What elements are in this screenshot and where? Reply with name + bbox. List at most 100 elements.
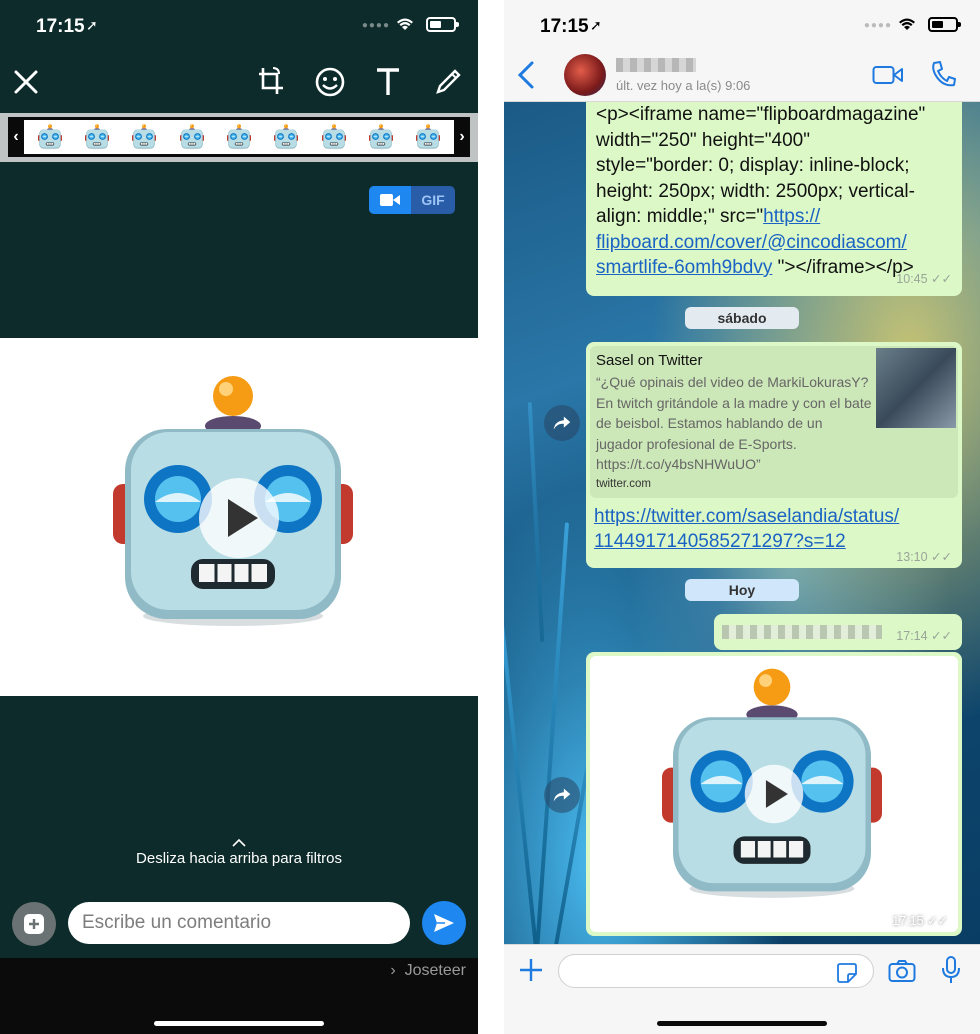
trim-handle-right[interactable]: › [454, 117, 470, 157]
play-icon[interactable] [744, 764, 804, 824]
microphone-icon[interactable] [940, 955, 962, 985]
recipient-label[interactable]: › Joseteer [390, 962, 466, 980]
recipient-bar: › Joseteer [0, 958, 478, 1034]
gif-preview[interactable] [0, 338, 478, 696]
message-time: 17:14 ✓✓ [896, 629, 952, 643]
home-indicator[interactable] [657, 1021, 827, 1026]
date-chip: sábado [685, 307, 799, 329]
add-sticker-icon [24, 914, 44, 934]
grass-stem [527, 402, 545, 642]
url-line: https://twitter.com/saselandia/status/ [594, 506, 900, 527]
message-composer [504, 944, 980, 1034]
contact-avatar[interactable] [564, 54, 606, 96]
message-text: <p><iframe name="flipboardmagazine" widt… [596, 102, 952, 281]
message-link[interactable]: smartlife-6omh9bdvy [596, 257, 772, 278]
status-bar: 17:15 ➚ ●●●● [0, 0, 478, 52]
filters-hint[interactable]: Desliza hacia arriba para filtros [0, 838, 478, 867]
message-time: 10:45 ✓✓ [896, 271, 952, 286]
play-icon[interactable] [198, 477, 280, 559]
gif-message-media[interactable]: 17:15 ✓✓ [590, 656, 958, 932]
message-time: 13:10 ✓✓ [896, 550, 952, 564]
frame-thumbnail [226, 124, 252, 150]
frame-thumbnail [84, 124, 110, 150]
home-indicator[interactable] [154, 1021, 324, 1026]
video-call-icon[interactable] [872, 64, 904, 86]
close-icon[interactable] [6, 62, 46, 102]
chat-screen: 17:15 ➚ ●●●● últ. vez hoy a la(s) 9:06 <… [504, 0, 980, 1034]
message-link[interactable]: https://twitter.com/saselandia/status/ 1… [590, 498, 958, 554]
gif-option[interactable]: GIF [411, 186, 455, 214]
send-icon [434, 914, 454, 932]
chat-wallpaper: <p><iframe name="flipboardmagazine" widt… [504, 102, 980, 944]
status-bar: 17:15 ➚ ●●●● [504, 0, 980, 52]
last-seen: últ. vez hoy a la(s) 9:06 [616, 78, 751, 93]
signal-icon: ●●●● [863, 20, 892, 31]
emoji-sticker-icon[interactable] [310, 62, 350, 102]
text-line: <p><iframe name="flipboardmagazine" [596, 104, 926, 125]
trim-handle-left[interactable]: ‹ [8, 117, 24, 157]
forward-icon [551, 412, 573, 434]
date-chip: Hoy [685, 579, 799, 601]
message-input[interactable] [558, 954, 874, 988]
text-line: "></iframe></p> [772, 257, 914, 278]
status-time: 17:15 [36, 16, 85, 37]
preview-thumbnail [876, 348, 956, 428]
message-gif[interactable]: 17:15 ✓✓ [586, 652, 962, 936]
wifi-icon [899, 18, 915, 30]
battery-icon [928, 17, 961, 32]
chat-header: últ. vez hoy a la(s) 9:06 [504, 48, 980, 102]
camera-icon[interactable] [888, 959, 916, 983]
video-camera-icon[interactable] [369, 186, 411, 214]
frame-thumbnail [321, 124, 347, 150]
preview-title: Sasel on Twitter [596, 352, 703, 369]
frame-thumbnail [273, 124, 299, 150]
text-line: width="250" height="400" [596, 129, 810, 151]
frame-thumbnails [9, 117, 469, 157]
blurred-text [722, 625, 882, 639]
video-gif-toggle[interactable]: GIF [369, 186, 455, 214]
filters-hint-text: Desliza hacia arriba para filtros [136, 850, 342, 867]
text-line: style="border: 0; display: inline-block; [596, 155, 910, 176]
comment-input[interactable]: Escribe un comentario [68, 902, 410, 944]
text-tool-icon[interactable] [368, 62, 408, 102]
sticker-icon[interactable] [836, 962, 858, 984]
plus-icon[interactable] [518, 957, 544, 983]
frame-thumbnail [131, 124, 157, 150]
forward-button[interactable] [544, 777, 580, 813]
forward-button[interactable] [544, 405, 580, 441]
text-line: align: middle;" src=" [596, 206, 764, 227]
video-trim-strip[interactable]: ‹ › [0, 113, 478, 162]
location-icon: ➚ [590, 17, 602, 33]
message-blurred[interactable]: 17:14 ✓✓ [714, 614, 962, 650]
location-icon: ➚ [86, 17, 98, 33]
wifi-icon [397, 18, 413, 30]
status-time: 17:15 [540, 16, 589, 37]
message-time: 17:15 ✓✓ [892, 914, 948, 928]
forward-icon [551, 784, 573, 806]
contact-name-blurred[interactable] [616, 58, 696, 72]
message-iframe-code[interactable]: <p><iframe name="flipboardmagazine" widt… [586, 102, 962, 296]
battery-icon [426, 17, 459, 32]
message-link[interactable]: https:// [763, 206, 820, 227]
frame-thumbnail [37, 124, 63, 150]
chevron-up-icon [232, 838, 246, 847]
back-chevron-icon[interactable] [516, 60, 536, 90]
add-media-button[interactable] [12, 902, 56, 946]
message-link[interactable]: flipboard.com/cover/@cincodiascom/ [596, 230, 952, 256]
preview-description: “¿Qué opinais del video de MarkiLokurasY… [596, 374, 872, 472]
recipient-name: Joseteer [404, 962, 466, 979]
message-twitter-link[interactable]: Sasel on Twitter “¿Qué opinais del video… [586, 342, 962, 568]
frame-thumbnail [415, 124, 441, 150]
gif-editor-screen: 17:15 ➚ ●●●● ‹ › GIF Desliza hacia arrib… [0, 0, 478, 1034]
frame-thumbnail [368, 124, 394, 150]
send-button[interactable] [422, 901, 466, 945]
text-line: height: 250px; width: 2500px; vertical- [596, 180, 915, 202]
signal-icon: ●●●● [361, 20, 390, 31]
grass-stem [504, 602, 539, 944]
crop-rotate-icon[interactable] [251, 62, 291, 102]
pencil-draw-icon[interactable] [428, 62, 468, 102]
phone-call-icon[interactable] [930, 60, 956, 88]
frame-thumbnail [179, 124, 205, 150]
preview-domain: twitter.com [596, 478, 651, 490]
link-preview[interactable]: Sasel on Twitter “¿Qué opinais del video… [590, 346, 958, 498]
